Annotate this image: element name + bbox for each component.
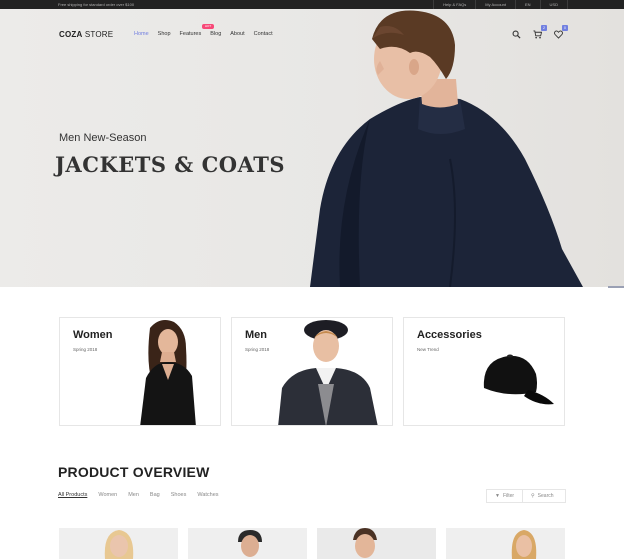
product-overview-title: PRODUCT OVERVIEW — [58, 464, 210, 480]
top-bar-links: Help & FAQs My Account EN USD — [433, 0, 568, 9]
nav-shop[interactable]: Shop — [158, 31, 171, 37]
filter-all-products[interactable]: All Products — [58, 492, 87, 498]
nav-blog[interactable]: Blog — [210, 31, 221, 37]
filter-women[interactable]: Women — [98, 492, 117, 498]
heart-icon[interactable]: 0 — [554, 25, 568, 39]
header-icons: 2 0 — [512, 25, 568, 39]
banner-title: Women — [73, 329, 113, 341]
help-faqs-link[interactable]: Help & FAQs — [433, 0, 475, 9]
nav-features[interactable]: Features — [180, 31, 202, 37]
product-card[interactable] — [446, 528, 565, 559]
search-icon[interactable] — [512, 30, 521, 39]
product-image — [238, 530, 262, 557]
currency-selector[interactable]: USD — [539, 0, 568, 9]
filter-watches[interactable]: Watches — [197, 492, 218, 498]
hero-model-image — [310, 10, 583, 287]
banner-subtitle: Spring 2018 — [245, 347, 270, 352]
product-card[interactable] — [188, 528, 307, 559]
main-nav: Home Shop Features Blog About Contact — [134, 31, 273, 37]
hot-badge: HOT — [202, 24, 214, 29]
cap-image — [483, 354, 554, 405]
product-card[interactable] — [317, 528, 436, 559]
filter-button[interactable]: ▼ Filter — [486, 489, 524, 503]
banner-title: Men — [245, 329, 267, 341]
banner-subtitle: Spring 2018 — [73, 347, 98, 352]
product-card[interactable] — [59, 528, 178, 559]
banner-subtitle: New Trend — [417, 347, 439, 352]
slider-indicator[interactable] — [608, 286, 624, 288]
hero-subtitle: Men New-Season — [59, 132, 147, 144]
store-logo[interactable]: COZA STORE — [59, 30, 113, 39]
product-image — [104, 530, 134, 559]
language-selector[interactable]: EN — [514, 0, 540, 9]
nav-about[interactable]: About — [230, 31, 244, 37]
nav-contact[interactable]: Contact — [254, 31, 273, 37]
product-image — [353, 528, 377, 558]
top-bar: Free shipping for standard order over $1… — [0, 0, 624, 9]
hero-slider: COZA STORE Home Shop Features Blog About… — [0, 9, 624, 287]
cart-count-badge: 2 — [541, 25, 547, 31]
banner-women[interactable]: Women Spring 2018 — [59, 317, 221, 426]
women-model-image — [140, 320, 196, 425]
banner-title: Accessories — [417, 329, 482, 341]
product-filter-tabs: All Products Women Men Bag Shoes Watches — [58, 492, 219, 498]
wishlist-count-badge: 0 — [562, 25, 568, 31]
filter-icon: ▼ — [495, 493, 500, 499]
filter-bag[interactable]: Bag — [150, 492, 160, 498]
nav-home[interactable]: Home — [134, 31, 149, 37]
product-image — [511, 530, 537, 559]
shipping-notice: Free shipping for standard order over $1… — [58, 2, 135, 7]
filter-men[interactable]: Men — [128, 492, 139, 498]
hero-title: JACKETS & COATS — [55, 152, 286, 177]
cart-icon[interactable]: 2 — [533, 25, 547, 39]
banner-men[interactable]: Men Spring 2018 — [231, 317, 393, 426]
search-button-label: Search — [537, 493, 554, 499]
men-model-image — [278, 320, 378, 425]
filter-button-label: Filter — [502, 493, 515, 499]
my-account-link[interactable]: My Account — [475, 0, 515, 9]
search-button[interactable]: ⚲ Search — [522, 489, 566, 503]
search-icon: ⚲ — [531, 493, 535, 499]
banner-accessories[interactable]: Accessories New Trend — [403, 317, 565, 426]
filter-shoes[interactable]: Shoes — [171, 492, 187, 498]
